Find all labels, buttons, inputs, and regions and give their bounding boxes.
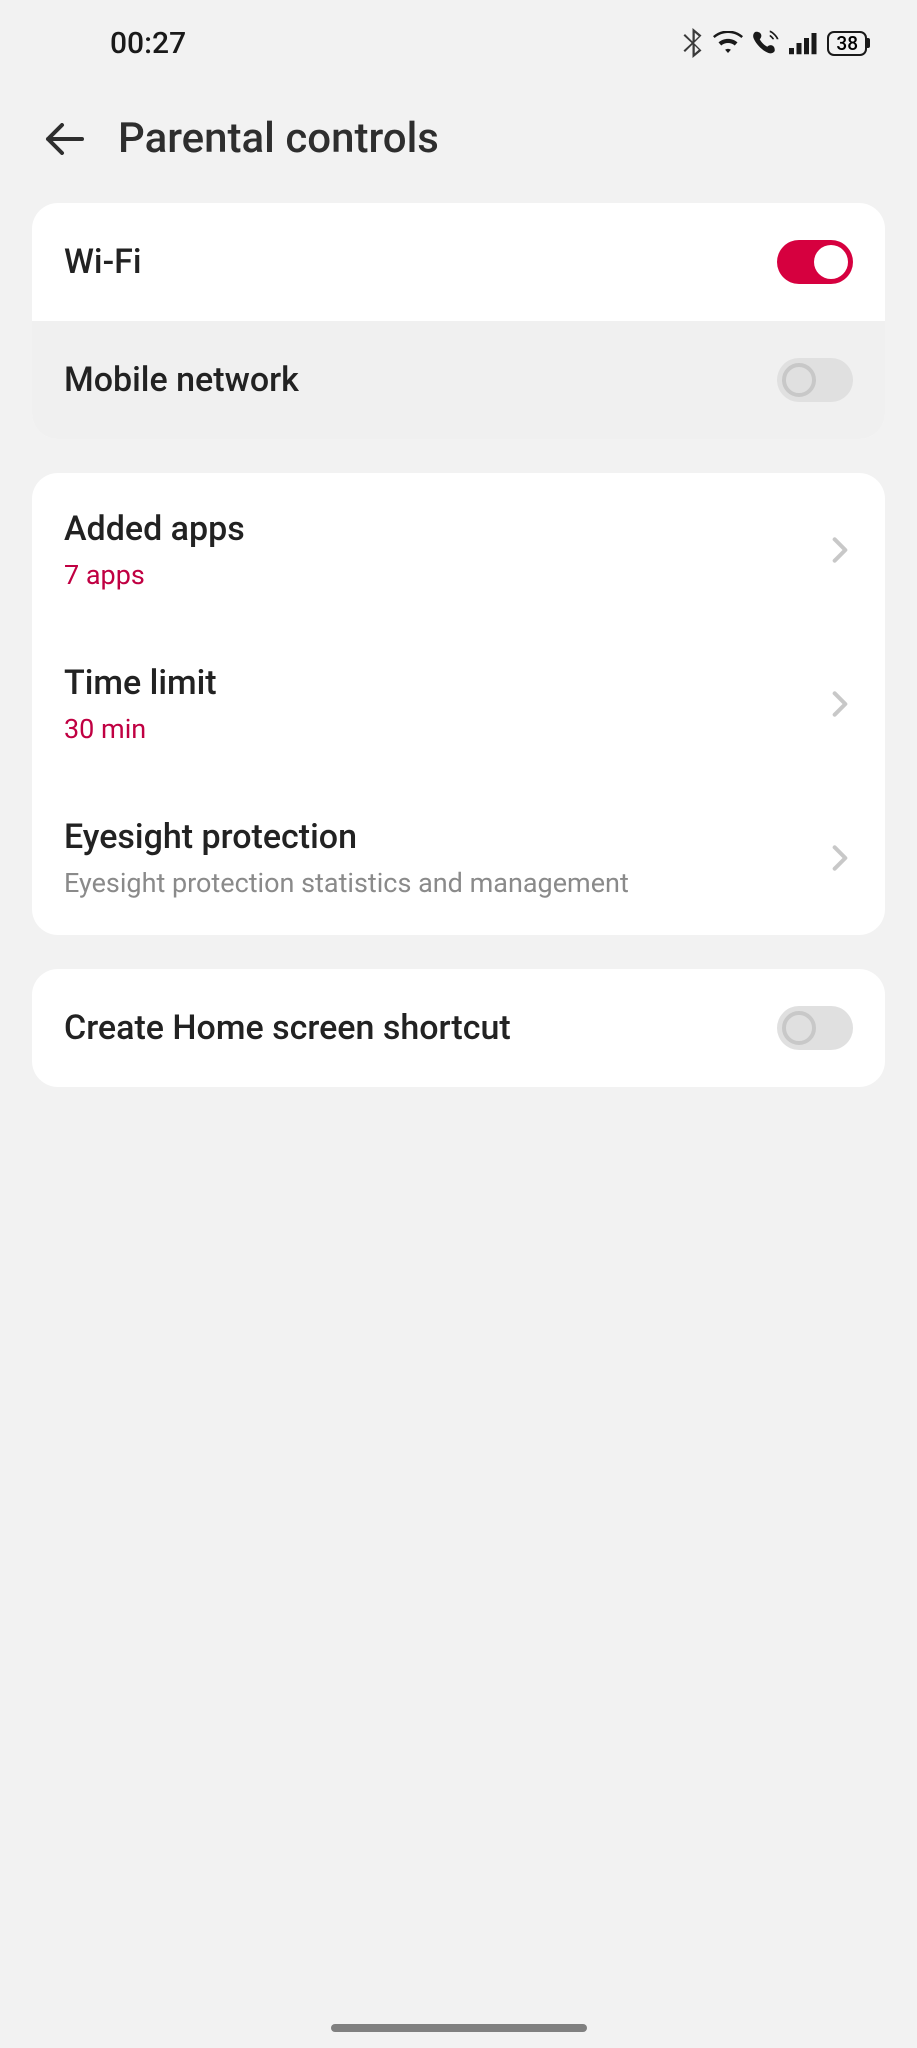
- shortcut-card: Create Home screen shortcut: [32, 969, 885, 1087]
- wifi-toggle[interactable]: [777, 240, 853, 284]
- back-button[interactable]: [44, 119, 84, 159]
- mobile-network-label: Mobile network: [64, 360, 299, 400]
- home-indicator[interactable]: [331, 2024, 587, 2032]
- status-icons: 38: [683, 28, 867, 58]
- settings-card: Added apps 7 apps Time limit 30 min Eyes…: [32, 473, 885, 935]
- create-shortcut-label: Create Home screen shortcut: [64, 1008, 511, 1048]
- chevron-right-icon: [827, 691, 853, 717]
- added-apps-row[interactable]: Added apps 7 apps: [32, 473, 885, 627]
- eyesight-title: Eyesight protection: [64, 817, 629, 857]
- wifi-row[interactable]: Wi-Fi: [32, 203, 885, 321]
- wifi-label: Wi-Fi: [64, 242, 142, 282]
- eyesight-sub: Eyesight protection statistics and manag…: [64, 867, 629, 899]
- arrow-left-icon: [44, 123, 84, 155]
- added-apps-sub: 7 apps: [64, 559, 245, 591]
- chevron-right-icon: [827, 537, 853, 563]
- time-limit-row[interactable]: Time limit 30 min: [32, 627, 885, 781]
- status-bar: 00:27 38: [0, 0, 917, 72]
- cell-signal-icon: [789, 31, 819, 55]
- mobile-network-toggle[interactable]: [777, 358, 853, 402]
- network-card: Wi-Fi Mobile network: [32, 203, 885, 439]
- wifi-calling-icon: [751, 28, 781, 58]
- status-time: 00:27: [110, 26, 186, 61]
- time-limit-sub: 30 min: [64, 713, 217, 745]
- page-title: Parental controls: [118, 114, 439, 163]
- added-apps-title: Added apps: [64, 509, 245, 549]
- battery-icon: 38: [827, 31, 867, 56]
- time-limit-title: Time limit: [64, 663, 217, 703]
- create-shortcut-toggle[interactable]: [777, 1006, 853, 1050]
- mobile-network-row[interactable]: Mobile network: [32, 321, 885, 439]
- bluetooth-icon: [683, 28, 705, 58]
- eyesight-protection-row[interactable]: Eyesight protection Eyesight protection …: [32, 781, 885, 935]
- page-header: Parental controls: [0, 72, 917, 203]
- create-shortcut-row[interactable]: Create Home screen shortcut: [32, 969, 885, 1087]
- chevron-right-icon: [827, 845, 853, 871]
- wifi-icon: [713, 31, 743, 55]
